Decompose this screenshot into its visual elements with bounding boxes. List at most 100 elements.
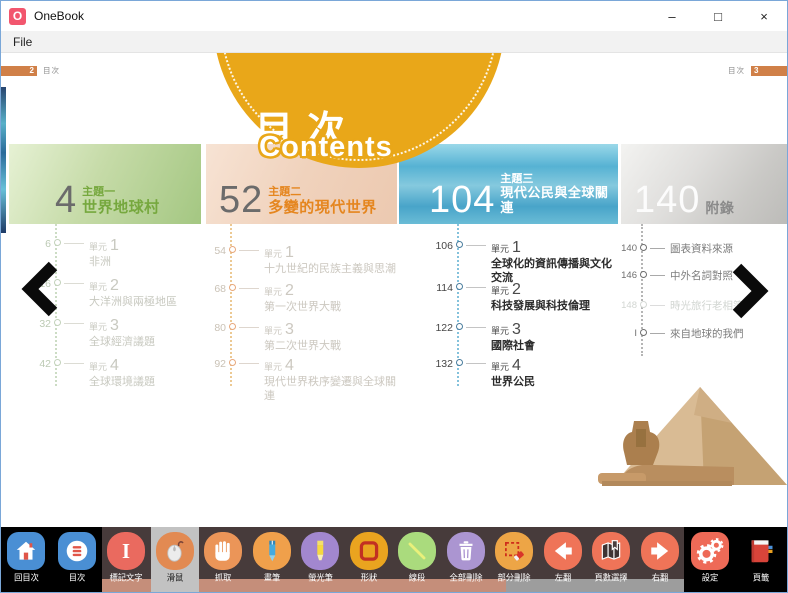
unit-label: 單元 — [264, 287, 283, 297]
toc-item-page: 122 — [435, 322, 453, 334]
unit-number: 1 — [512, 239, 521, 256]
tool-page-select[interactable]: 頁數選擇 — [587, 527, 636, 592]
column-title: 附錄 — [705, 199, 735, 216]
page-marker-left: 2 目次 — [1, 65, 66, 76]
toc-item-text: 單元 3 全球經濟議題 — [89, 317, 155, 350]
highlighter-icon — [301, 532, 340, 570]
toc-item[interactable]: 140 圖表資料來源 — [621, 242, 787, 256]
toc-item[interactable]: 32 單元 3 全球經濟議題 — [9, 317, 201, 350]
tool-text-mark[interactable]: I 標記文字 — [102, 527, 151, 592]
toc-item-title: 第一次世界大戰 — [264, 301, 341, 313]
toc-item-unit: 單元 1 — [491, 239, 618, 257]
toc-item-connector — [650, 248, 665, 249]
app-icon: O — [9, 7, 26, 25]
toc-item-dot — [456, 359, 463, 366]
toc-item[interactable]: 80 單元 3 第二次世界大戰 — [206, 321, 397, 354]
unit-label: 單元 — [491, 286, 510, 296]
list-icon — [57, 532, 96, 570]
unit-number: 3 — [285, 321, 294, 338]
next-page-arrow[interactable] — [731, 263, 769, 319]
tool-arrow-right[interactable]: 右翻 — [636, 527, 685, 592]
toc-column-1: 4 主題一 世界地球村 6 單元 1 非洲 16 單元 2 大洋洲與兩極地區 32 單元 3 全球經濟議題 4… — [9, 144, 201, 388]
tool-partial-erase[interactable]: 部分刪除 — [490, 527, 539, 592]
unit-number: 4 — [110, 357, 119, 374]
column-theme-label: 主題二 — [268, 186, 302, 199]
unit-label: 單元 — [491, 326, 510, 336]
page-title-en: Contents — [259, 131, 393, 163]
tool-home[interactable]: 回目次 — [1, 527, 52, 592]
toc-item[interactable]: 92 單元 4 現代世界秩序變遷與全球關連 — [206, 357, 397, 404]
toc-item-text: 單元 2 第一次世界大戰 — [264, 282, 341, 315]
previous-page-arrow[interactable] — [21, 261, 59, 317]
tool-hand[interactable]: 抓取 — [199, 527, 248, 592]
toc-item-page: 54 — [214, 245, 226, 257]
tool-settings[interactable]: 設定 — [684, 527, 736, 592]
toc-item-page: 92 — [214, 358, 226, 370]
toc-item-text: 中外名詞對照 — [670, 269, 733, 283]
toc-item-unit: 單元 4 — [89, 357, 155, 375]
toc-item[interactable]: I 來自地球的我們 — [621, 327, 787, 341]
page-number-right: 3 — [751, 65, 787, 76]
toc-item-page: 106 — [435, 240, 453, 252]
app-title: OneBook — [34, 9, 85, 23]
toc-item-dot — [640, 329, 647, 336]
toc-item[interactable]: 122 單元 3 國際社會 — [399, 321, 618, 354]
toc-item-text: 單元 2 科技發展與科技倫理 — [491, 281, 590, 314]
tool-pen[interactable]: 畫筆 — [248, 527, 297, 592]
toc-item-page: 148 — [621, 300, 637, 311]
unit-label: 單元 — [264, 362, 283, 372]
toc-item-text: 單元 1 非洲 — [89, 237, 119, 270]
toc-item-title: 來自地球的我們 — [670, 328, 744, 340]
sphinx-pyramid-image — [598, 387, 787, 486]
unit-number: 2 — [110, 277, 119, 294]
toc-item[interactable]: 106 單元 1 全球化的資訊傳播與文化交流 — [399, 239, 618, 286]
unit-number: 1 — [285, 244, 294, 261]
column-body: 106 單元 1 全球化的資訊傳播與文化交流 114 單元 2 科技發展與科技倫理 122 單元 3… — [399, 224, 618, 399]
menu-file[interactable]: File — [9, 35, 36, 49]
tool-label: 右翻 — [651, 573, 669, 583]
close-button[interactable]: × — [741, 9, 787, 24]
toc-item[interactable]: 54 單元 1 十九世紀的民族主義與思潮 — [206, 244, 397, 277]
toc-item[interactable]: 114 單元 2 科技發展與科技倫理 — [399, 281, 618, 314]
toc-item[interactable]: 42 單元 4 全球環境議題 — [9, 357, 201, 390]
tool-list[interactable]: 目次 — [52, 527, 103, 592]
tool-label: 抓取 — [214, 573, 232, 583]
toc-item-connector — [64, 283, 84, 284]
tool-arrow-left[interactable]: 左翻 — [539, 527, 588, 592]
toc-item-title: 國際社會 — [491, 340, 535, 352]
home-icon — [7, 532, 46, 570]
tool-highlighter[interactable]: 螢光筆 — [296, 527, 345, 592]
onebook-window: O OneBook – □ × File 2 目次 3 目次 目次 Conten… — [0, 0, 788, 593]
tool-label: 螢光筆 — [307, 573, 333, 583]
toc-item-unit: 單元 3 — [491, 321, 535, 339]
toc-item-title: 全球經濟議題 — [89, 336, 155, 348]
toc-item-dot — [456, 241, 463, 248]
tool-mouse[interactable]: 滑鼠 — [150, 527, 199, 592]
tool-bookmark[interactable]: 頁籤 — [736, 527, 788, 592]
mouse-icon — [155, 532, 194, 570]
unit-number: 2 — [512, 281, 521, 298]
tool-label: 形狀 — [360, 573, 378, 583]
toc-item-unit: 單元 2 — [264, 282, 341, 300]
title-bar[interactable]: O OneBook – □ × — [1, 1, 787, 31]
tool-line[interactable]: 線段 — [393, 527, 442, 592]
page-marker-right: 3 目次 — [722, 65, 787, 76]
toc-item[interactable]: 68 單元 2 第一次世界大戰 — [206, 282, 397, 315]
unit-label: 單元 — [491, 362, 510, 372]
unit-label: 單元 — [491, 244, 510, 254]
unit-label: 單元 — [89, 362, 108, 372]
toc-item-text: 單元 4 現代世界秩序變遷與全球關連 — [264, 357, 397, 404]
column-title: 現代公民與全球關連 — [500, 185, 609, 216]
column-header-text: 附錄 — [705, 200, 734, 216]
toc-column-4: 140 附錄 140 圖表資料來源 146 中外名詞對照 148 時光旅行老相簿 I 來自地球的我… — [621, 144, 787, 356]
shape-icon — [349, 532, 388, 570]
column-header: 4 主題一 世界地球村 — [9, 144, 201, 224]
toc-item-text: 來自地球的我們 — [670, 327, 744, 341]
minimize-button[interactable]: – — [649, 9, 695, 24]
tool-trash[interactable]: 全部刪除 — [442, 527, 491, 592]
book-page: 2 目次 3 目次 目次 Contents 4 主題一 世界地球村 6 單元 1 非洲 16 單… — [1, 53, 787, 529]
toc-item-connector — [650, 275, 665, 276]
maximize-button[interactable]: □ — [695, 9, 741, 24]
tool-shape[interactable]: 形狀 — [345, 527, 394, 592]
toc-item[interactable]: 132 單元 4 世界公民 — [399, 357, 618, 390]
